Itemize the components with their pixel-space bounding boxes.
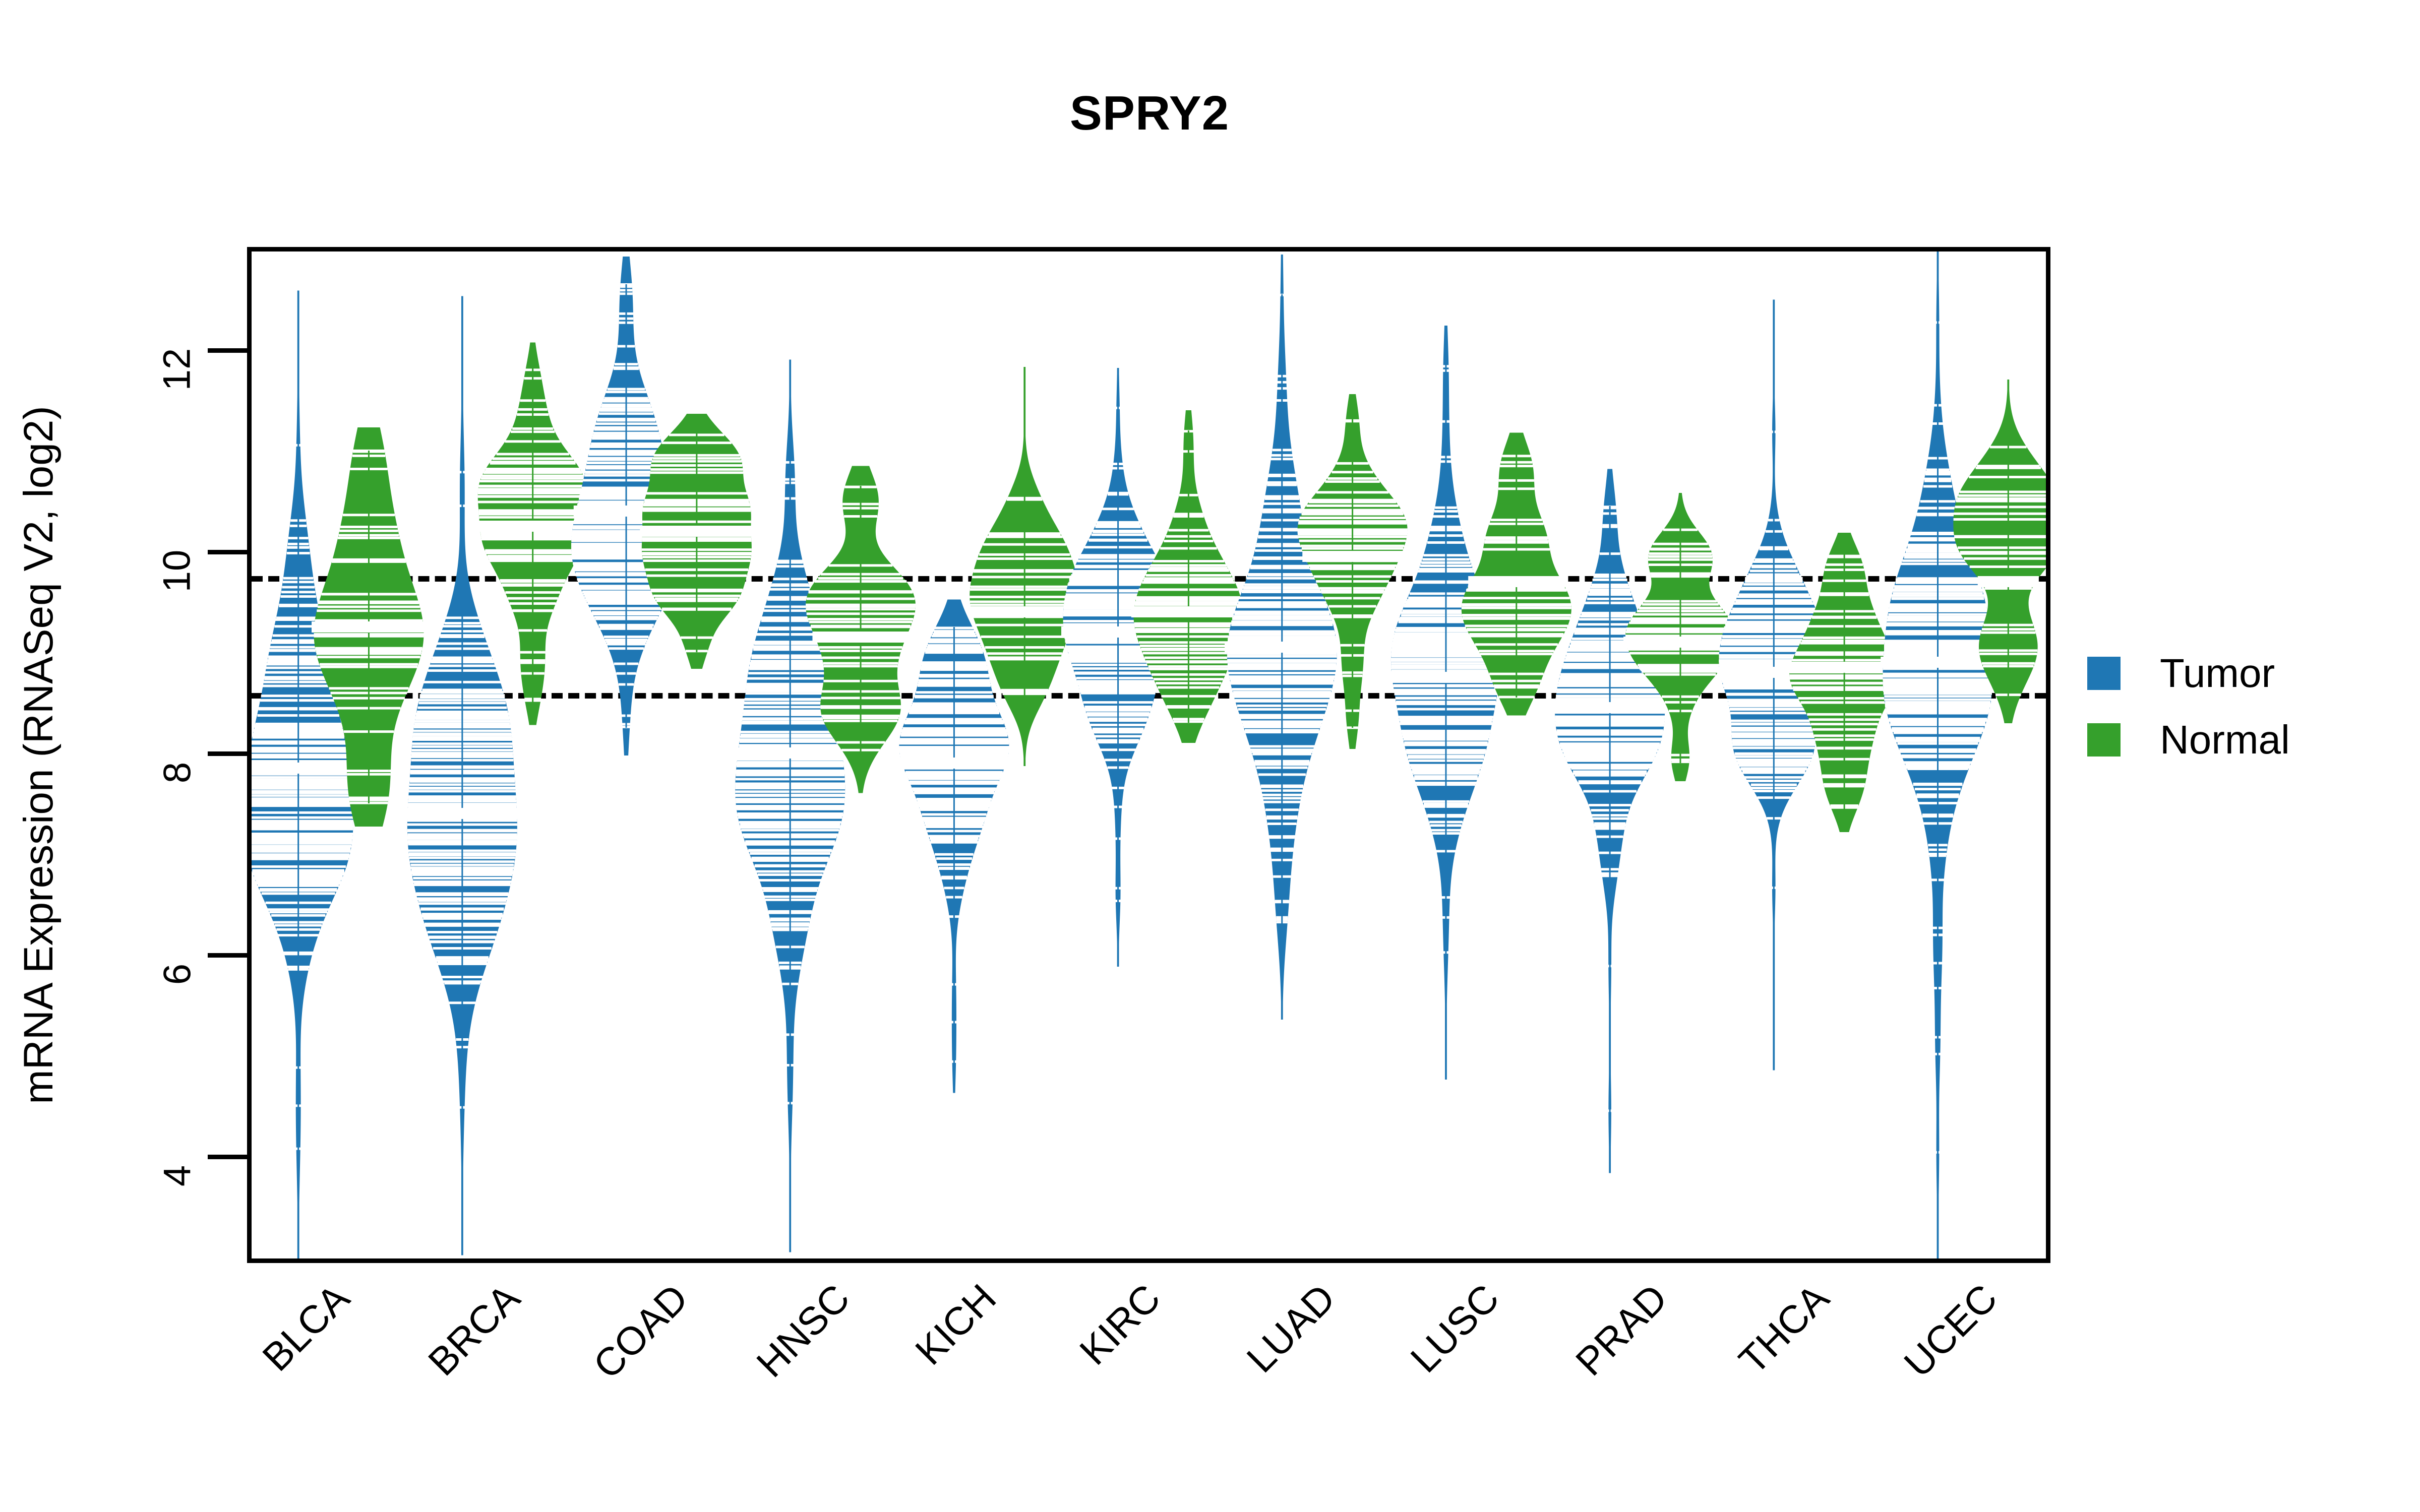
y-axis-tick-label: 10 xyxy=(156,549,199,593)
y-axis-tick xyxy=(208,751,247,756)
legend-label: Tumor xyxy=(2160,651,2275,696)
x-axis-tick-label-thca: THCA xyxy=(1730,1275,1838,1383)
x-axis-tick-label-kirc: KIRC xyxy=(1070,1275,1169,1373)
x-axis-tick-label-ucec: UCEC xyxy=(1895,1275,2006,1386)
x-axis-tick-label-brca: BRCA xyxy=(419,1275,528,1384)
chart-legend: Tumor Normal xyxy=(2087,640,2390,773)
x-axis-tick-label-hnsc: HNSC xyxy=(748,1275,859,1386)
violin-bean xyxy=(1953,380,2046,723)
chart-title-text: SPRY2 xyxy=(1069,86,1230,140)
x-axis-tick-label-luad: LUAD xyxy=(1238,1275,1344,1381)
y-axis-tick-label: 4 xyxy=(156,1165,199,1187)
legend-swatch-icon xyxy=(2087,657,2121,690)
y-axis-tick-label: 6 xyxy=(156,963,199,985)
legend-item-tumor[interactable]: Tumor xyxy=(2087,640,2390,707)
chart-title: SPRY2 xyxy=(0,86,2420,141)
y-axis-title: mRNA Expression (RNASeq V2, log2) xyxy=(16,406,62,1104)
x-axis-tick-label-coad: COAD xyxy=(584,1275,697,1388)
y-axis-tick-label: 8 xyxy=(156,762,199,784)
legend-label: Normal xyxy=(2160,717,2290,762)
legend-item-normal[interactable]: Normal xyxy=(2087,707,2390,773)
x-axis-tick-label-prad: PRAD xyxy=(1567,1275,1676,1384)
x-axis-tick-label-kich: KICH xyxy=(906,1275,1005,1373)
chart-root: SPRY2 4 6 8 10 12 mRNA Expression (RNASeq V2… xyxy=(0,0,2420,1512)
x-axis-tick-label-lusc: LUSC xyxy=(1402,1275,1507,1381)
y-axis-tick-label: 12 xyxy=(156,348,199,391)
y-axis-tick xyxy=(208,1155,247,1159)
x-axis-tick-label-blca: BLCA xyxy=(253,1275,358,1380)
legend-swatch-icon xyxy=(2087,723,2121,757)
plot-inner xyxy=(252,251,2046,1258)
y-axis-tick xyxy=(208,953,247,958)
plot-area xyxy=(247,247,2050,1263)
